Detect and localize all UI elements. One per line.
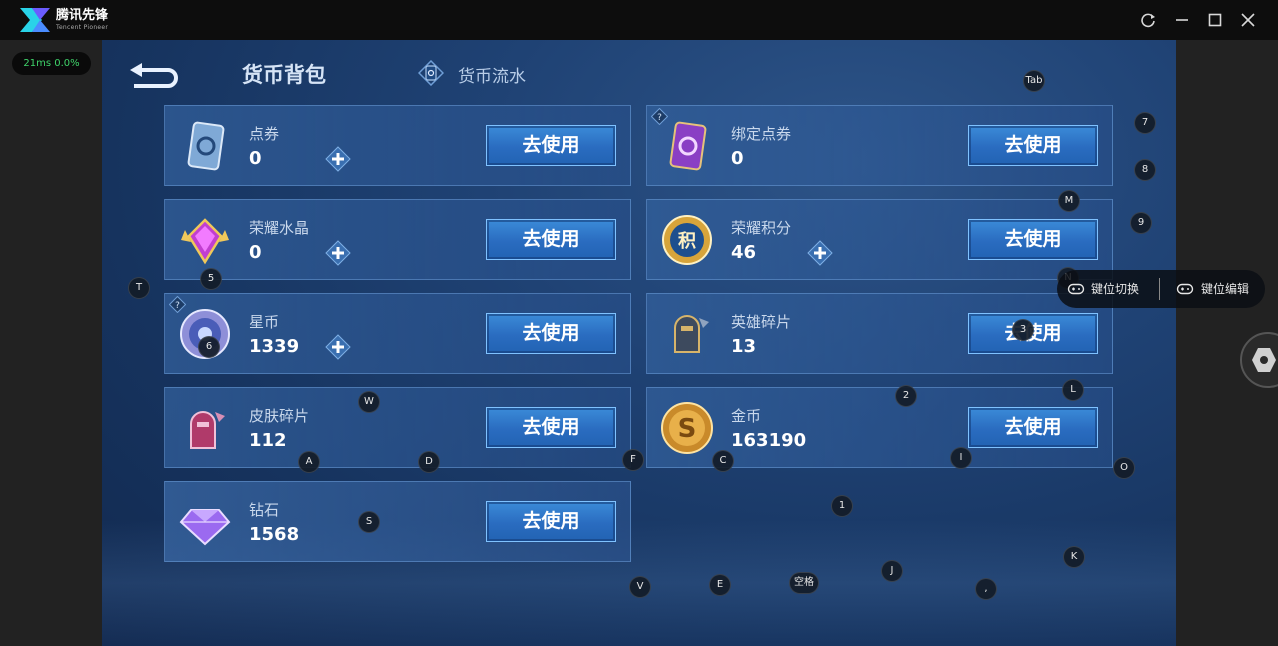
add-plus-icon[interactable]	[325, 334, 351, 360]
currency-name: 钻石	[249, 501, 280, 519]
ticket-card-icon	[187, 121, 225, 171]
currency-value: 163190	[731, 430, 807, 451]
currency-name: 星币	[249, 313, 280, 331]
bound-ticket-card-icon	[669, 121, 707, 171]
key-hint[interactable]: D	[418, 451, 440, 473]
hero-fragment-icon	[674, 315, 709, 353]
add-plus-icon[interactable]	[807, 240, 833, 266]
use-button[interactable]: 去使用	[486, 407, 616, 448]
refresh-icon[interactable]	[1138, 10, 1158, 30]
use-button[interactable]: 去使用	[968, 407, 1098, 448]
title-bar: 腾讯先锋 Tencent Pioneer	[0, 0, 1278, 40]
use-button[interactable]: 去使用	[968, 219, 1098, 260]
key-hint[interactable]: C	[712, 450, 734, 472]
panel-divider	[1159, 278, 1160, 300]
use-button[interactable]: 去使用	[968, 125, 1098, 166]
key-hint[interactable]: 1	[831, 495, 853, 517]
currency-value: 1568	[249, 524, 300, 545]
currency-value: 112	[249, 430, 287, 451]
currency-value: 13	[731, 336, 757, 357]
key-switch-button[interactable]: 键位切换	[1091, 279, 1139, 299]
glory-crystal-icon	[181, 218, 229, 265]
currency-card-ticket: 点券 0 去使用	[164, 105, 631, 186]
key-hint[interactable]: 8	[1134, 159, 1156, 181]
currency-value: 0	[249, 242, 262, 263]
tab-currency-bag[interactable]: 货币背包	[242, 59, 326, 89]
left-gutter	[0, 40, 102, 646]
key-hint[interactable]: W	[358, 391, 380, 413]
currency-name: 金币	[731, 407, 762, 425]
key-hint[interactable]: J	[881, 560, 903, 582]
gamepad-edit-icon	[1176, 283, 1194, 295]
use-button[interactable]: 去使用	[486, 219, 616, 260]
currency-value: 0	[731, 148, 744, 169]
currency-card-glory-points: 积 荣耀积分 46 去使用	[646, 199, 1113, 280]
network-stats: 21ms 0.0%	[12, 52, 91, 75]
key-hint[interactable]: 9	[1130, 212, 1152, 234]
currency-card-glory-crystal: 荣耀水晶 0 去使用	[164, 199, 631, 280]
currency-name: 绑定点券	[731, 125, 792, 143]
minimize-icon[interactable]	[1172, 10, 1192, 30]
currency-card-diamond: 钻石 1568 去使用	[164, 481, 631, 562]
hexagon-icon	[1252, 348, 1276, 372]
use-button[interactable]: 去使用	[486, 501, 616, 542]
key-hint[interactable]: L	[1062, 379, 1084, 401]
key-hint[interactable]: 6	[198, 336, 220, 358]
key-hint[interactable]: 3	[1012, 319, 1034, 341]
key-hint[interactable]: O	[1113, 457, 1135, 479]
key-edit-button[interactable]: 键位编辑	[1201, 279, 1249, 299]
currency-name: 荣耀水晶	[249, 219, 310, 237]
key-hint[interactable]: T	[128, 277, 150, 299]
use-button[interactable]: 去使用	[486, 125, 616, 166]
tab-currency-flow[interactable]: 货币流水	[458, 62, 526, 87]
svg-text:S: S	[678, 414, 697, 444]
add-plus-icon[interactable]	[325, 240, 351, 266]
currency-card-skin-fragment: 皮肤碎片 112 去使用	[164, 387, 631, 468]
currency-name: 点券	[249, 125, 280, 143]
skin-fragment-icon	[190, 411, 225, 449]
key-hint[interactable]: A	[298, 451, 320, 473]
key-hint[interactable]: V	[629, 576, 651, 598]
add-plus-icon[interactable]	[325, 146, 351, 172]
currency-card-star-coin: ? 星币 1339 去使用	[164, 293, 631, 374]
currency-name: 荣耀积分	[731, 219, 792, 237]
key-mapping-panel: 键位切换 键位编辑	[1057, 270, 1265, 308]
key-hint[interactable]: 空格	[789, 572, 819, 594]
currency-name: 皮肤碎片	[249, 407, 310, 425]
app-logo-icon	[20, 8, 50, 32]
key-hint[interactable]: Tab	[1023, 70, 1045, 92]
gamepad-switch-icon	[1067, 283, 1085, 295]
key-hint[interactable]: 2	[895, 385, 917, 407]
key-hint[interactable]: M	[1058, 190, 1080, 212]
svg-text:积: 积	[678, 231, 696, 252]
currency-value: 46	[731, 242, 757, 263]
close-icon[interactable]	[1238, 10, 1258, 30]
currency-value: 0	[249, 148, 262, 169]
app-name: 腾讯先锋	[56, 8, 109, 23]
key-hint[interactable]: ,	[975, 578, 997, 600]
game-viewport: 货币背包 货币流水 点券 0 去使用 ? 绑定点券 0 去使用 荣耀水晶 0 去…	[102, 40, 1176, 646]
back-arrow-icon[interactable]	[128, 60, 184, 88]
currency-value: 1339	[249, 336, 300, 357]
key-hint[interactable]: 7	[1134, 112, 1156, 134]
key-hint[interactable]: S	[358, 511, 380, 533]
currency-name: 英雄碎片	[731, 313, 792, 331]
maximize-icon[interactable]	[1205, 10, 1225, 30]
glory-points-icon: 积	[662, 215, 712, 265]
currency-card-bound-ticket: ? 绑定点券 0 去使用	[646, 105, 1113, 186]
currency-card-hero-fragment: 英雄碎片 13 去使用	[646, 293, 1113, 374]
currency-flow-icon[interactable]	[418, 60, 444, 86]
key-hint[interactable]: K	[1063, 546, 1085, 568]
key-hint[interactable]: E	[709, 574, 731, 596]
key-hint[interactable]: I	[950, 447, 972, 469]
use-button[interactable]: 去使用	[486, 313, 616, 354]
gold-coin-icon: S	[661, 402, 713, 454]
diamond-icon	[179, 509, 231, 546]
app-subtitle: Tencent Pioneer	[56, 24, 109, 31]
floating-menu-button[interactable]	[1240, 332, 1278, 388]
key-hint[interactable]: 5	[200, 268, 222, 290]
key-hint[interactable]: F	[622, 449, 644, 471]
